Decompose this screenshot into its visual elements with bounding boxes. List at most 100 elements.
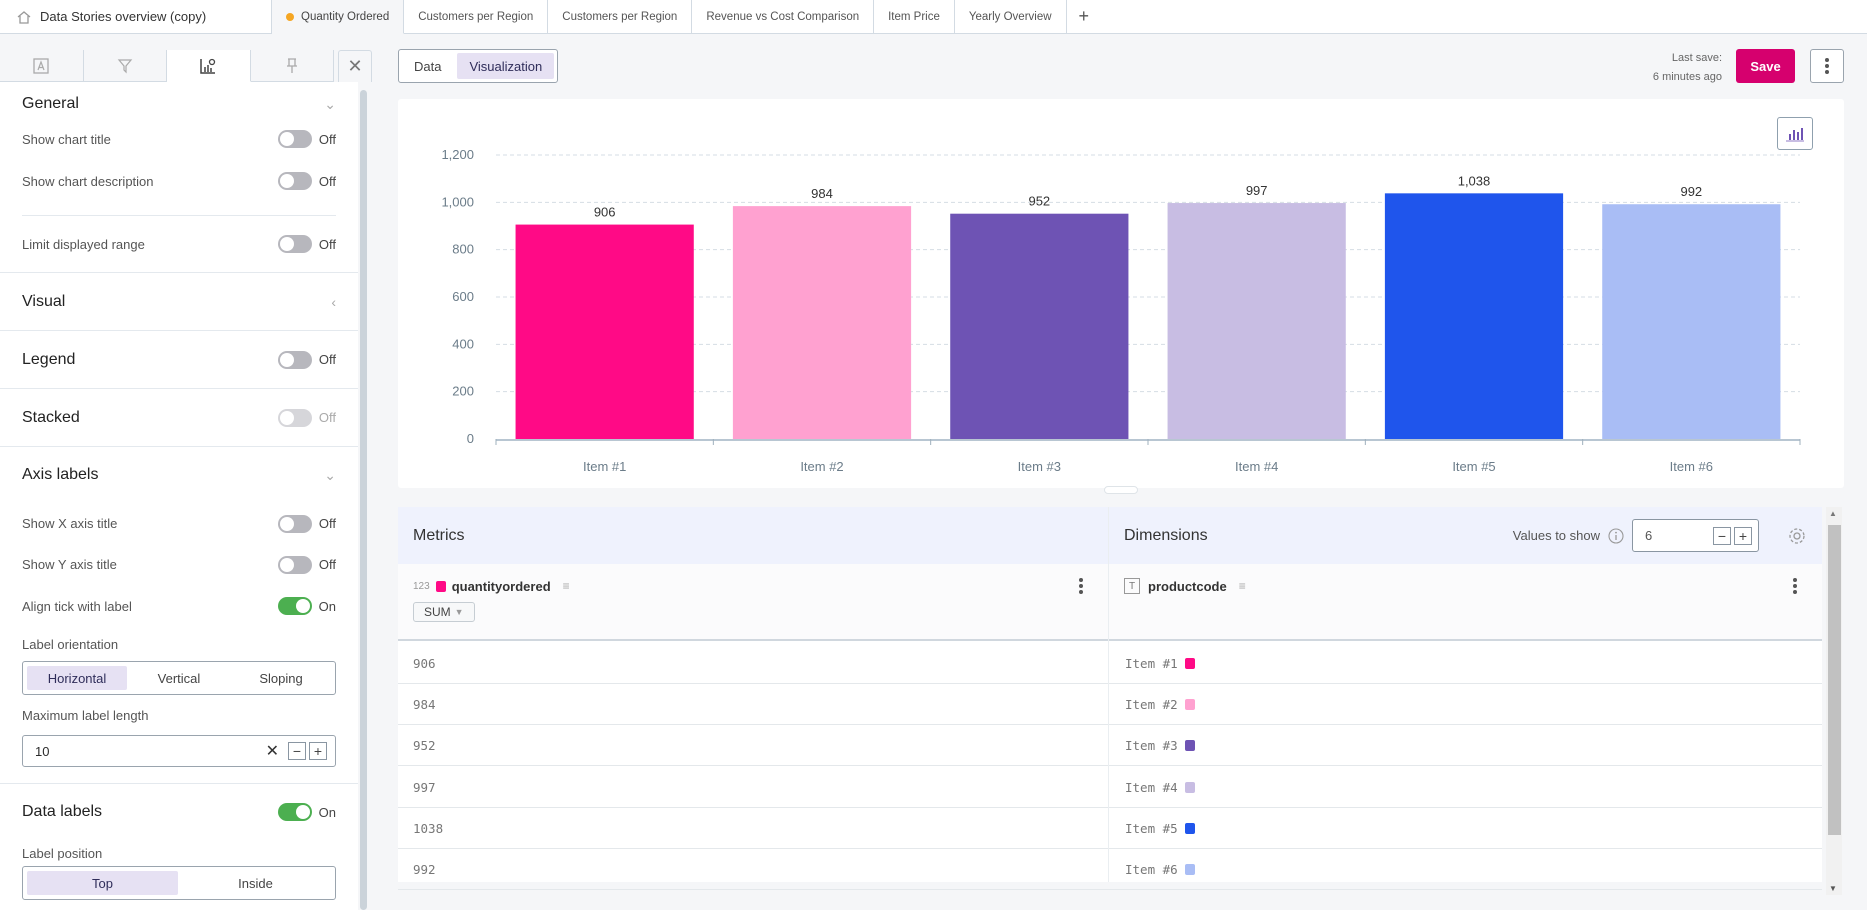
metric-name: quantityordered [451, 578, 551, 594]
show-chart-description-toggle[interactable] [278, 172, 312, 190]
info-icon[interactable] [1608, 527, 1624, 544]
setting-label: Limit displayed range [22, 236, 145, 252]
dimension-value-cell: Item #1 [1125, 656, 1195, 671]
visualization-view-button[interactable]: Visualization [457, 53, 555, 79]
tab-label: Yearly Overview [968, 10, 1052, 23]
clear-icon[interactable]: ✕ [266, 741, 279, 761]
data-label: 997 [1246, 183, 1268, 198]
dimension-value: Item #1 [1125, 656, 1178, 671]
toggle-state: On [318, 804, 336, 820]
show-x-axis-title-toggle[interactable] [278, 514, 312, 533]
limit-range-toggle[interactable] [278, 235, 312, 253]
data-view-button[interactable]: Data [402, 53, 453, 79]
table-row: 952 Item #3 [398, 725, 1822, 767]
panel-tab-filter[interactable] [83, 50, 168, 82]
metric-color-swatch[interactable] [435, 580, 446, 592]
show-chart-title-row: Show chart title Off [0, 118, 358, 160]
orientation-horizontal-option[interactable]: Horizontal [27, 666, 127, 690]
item-color-swatch[interactable] [1184, 699, 1195, 711]
show-y-axis-title-toggle[interactable] [278, 555, 312, 574]
position-top-option[interactable]: Top [27, 871, 178, 895]
scroll-down-arrow-icon[interactable]: ▼ [1829, 884, 1837, 893]
y-tick-label: 0 [467, 431, 474, 446]
section-title: Visual [22, 292, 66, 310]
bar [515, 224, 694, 439]
tab-customers-per-region[interactable]: Customers per Region [404, 0, 549, 33]
tab-item-price[interactable]: Item Price [874, 0, 955, 33]
add-tab-button[interactable]: + [1067, 0, 1102, 33]
x-tick-label: Item #2 [800, 459, 843, 474]
dimension-menu-kebab-icon[interactable] [1793, 578, 1797, 594]
sort-icon[interactable]: ≡ [1239, 579, 1246, 593]
dimension-value: Item #4 [1125, 779, 1178, 795]
label-position-label-row: Label position [0, 840, 358, 866]
decrement-button[interactable]: − [1713, 526, 1731, 545]
section-title: General [22, 95, 79, 112]
data-labels-toggle[interactable] [278, 803, 312, 821]
more-options-button[interactable] [1810, 49, 1844, 83]
pin-icon [286, 57, 297, 73]
scrollbar-thumb[interactable] [1828, 525, 1841, 835]
position-inside-option[interactable]: Inside [180, 871, 331, 895]
toggle-state: Off [318, 516, 336, 531]
chevron-down-icon: ⌄ [324, 95, 336, 112]
item-color-swatch[interactable] [1184, 864, 1195, 875]
section-axis-labels-header[interactable]: Axis labels ⌄ [0, 447, 358, 503]
increment-button[interactable]: + [1734, 526, 1752, 545]
section-visual-header[interactable]: Visual ‹ [0, 273, 358, 330]
max-label-length-input[interactable]: 10 ✕ − + [22, 735, 336, 767]
item-color-swatch[interactable] [1184, 781, 1195, 793]
scroll-up-arrow-icon[interactable]: ▲ [1829, 509, 1837, 518]
tab-label: Revenue vs Cost Comparison [706, 10, 860, 23]
panel-tab-text[interactable] [0, 50, 84, 82]
panel-tab-pin[interactable] [250, 50, 335, 82]
save-button[interactable]: Save [1736, 49, 1795, 83]
panel-tab-chart-settings[interactable] [167, 50, 251, 82]
decrement-button[interactable]: − [288, 742, 306, 760]
stacked-toggle[interactable] [278, 408, 312, 427]
tab-customers-per-region-2[interactable]: Customers per Region [548, 0, 693, 33]
story-title[interactable]: Data Stories overview (copy) [0, 0, 272, 33]
orientation-vertical-option[interactable]: Vertical [129, 666, 229, 690]
chart-settings-panel: General ⌄ Show chart title Off Show char… [0, 82, 358, 910]
align-tick-toggle[interactable] [278, 597, 312, 615]
toggle-state: Off [318, 236, 336, 252]
gear-icon[interactable] [1787, 526, 1807, 546]
y-tick-label: 200 [452, 384, 474, 399]
increment-button[interactable]: + [309, 742, 327, 760]
item-color-swatch[interactable] [1184, 822, 1195, 834]
dimension-name: productcode [1148, 578, 1227, 594]
panel-scrollbar[interactable] [360, 90, 367, 910]
sort-icon[interactable]: ≡ [563, 579, 570, 593]
aggregation-select[interactable]: SUM ▼ [413, 602, 475, 622]
chart-type-button[interactable] [1777, 117, 1813, 150]
show-chart-title-toggle[interactable] [278, 130, 312, 148]
dimension-field-cell: T productcode ≡ [1109, 564, 1822, 641]
show-y-axis-title-row: Show Y axis title Off [0, 544, 358, 585]
section-general-header[interactable]: General ⌄ [0, 90, 358, 118]
metric-menu-kebab-icon[interactable] [1079, 578, 1083, 594]
legend-toggle[interactable] [278, 350, 312, 369]
metric-value: 997 [413, 779, 436, 795]
show-x-axis-title-row: Show X axis title Off [0, 503, 358, 544]
item-color-swatch[interactable] [1184, 658, 1195, 669]
section-stacked-header: Stacked Off [0, 389, 358, 446]
numeric-type-icon: 123 [413, 580, 430, 592]
values-to-show-input[interactable]: 6 − + [1632, 519, 1759, 552]
metrics-title: Metrics [413, 526, 465, 544]
dimension-value-cell: Item #3 [1125, 738, 1195, 753]
tab-revenue-vs-cost[interactable]: Revenue vs Cost Comparison [692, 0, 875, 33]
close-panel-button[interactable]: ✕ [338, 50, 373, 82]
resize-handle[interactable] [1104, 486, 1138, 494]
tab-quantity-ordered[interactable]: Quantity Ordered [272, 0, 405, 34]
x-tick-label: Item #5 [1452, 459, 1495, 474]
toggle-state: Off [318, 173, 336, 189]
tab-yearly-overview[interactable]: Yearly Overview [955, 0, 1067, 33]
bar [1602, 204, 1781, 439]
grid-scrollbar[interactable]: ▲ ▼ [1826, 507, 1842, 895]
dimension-value: Item #6 [1125, 862, 1178, 877]
orientation-sloping-option[interactable]: Sloping [231, 666, 331, 690]
setting-label: Show X axis title [22, 516, 118, 531]
y-tick-label: 600 [452, 289, 474, 304]
item-color-swatch[interactable] [1184, 740, 1195, 752]
